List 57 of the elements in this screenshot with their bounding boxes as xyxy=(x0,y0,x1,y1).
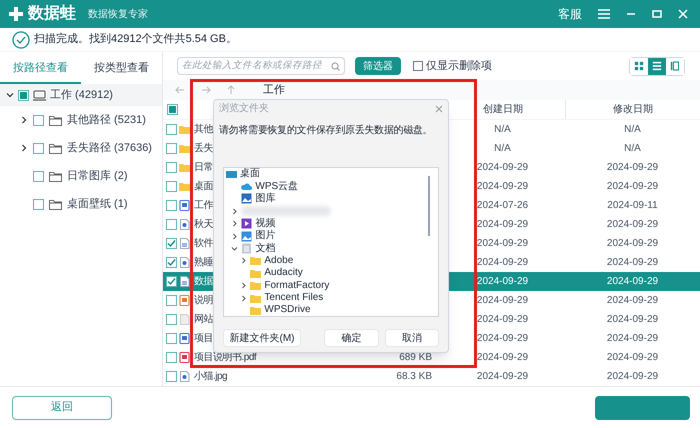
file-name: 桌面 xyxy=(194,180,213,194)
file-name: 项目 xyxy=(194,332,213,346)
table-cell-text: 2024-09-29 xyxy=(606,294,658,308)
file-name: 说明 xyxy=(194,294,213,308)
file-size: 68.3 KB xyxy=(396,370,433,384)
table-cell-text: 2024-09-29 xyxy=(606,161,658,175)
tree-label: 工作 (42912) xyxy=(50,88,113,103)
table-cell-text: N/A xyxy=(624,123,641,137)
file-size: 689 KB xyxy=(399,351,433,365)
file-name: 小猫.jpg xyxy=(194,370,228,384)
tree-label: 桌面壁纸 (1) xyxy=(67,196,128,212)
tree-label: 日常图库 (2) xyxy=(67,168,128,184)
dialog-message: 请勿将需要恢复的文件保存到原丢失数据的磁盘。 xyxy=(218,124,434,138)
table-cell-text: 2024-09-29 xyxy=(476,332,528,346)
table-cell-text: 2024-09-29 xyxy=(476,256,528,270)
table-cell-text: 2024-09-29 xyxy=(476,351,528,365)
app-name: 数据蛙 xyxy=(28,6,76,22)
table-cell-text: 2024-07-26 xyxy=(476,199,528,213)
table-cell-text: 2024-09-29 xyxy=(476,370,528,384)
table-cell-text: 2024-09-29 xyxy=(606,351,658,365)
table-cell-text: N/A xyxy=(624,142,641,156)
file-name: 日常 xyxy=(194,160,213,175)
file-name: 工作 xyxy=(194,199,213,213)
file-name: 丢失 xyxy=(194,142,213,156)
table-cell-text: 2024-09-29 xyxy=(606,370,658,384)
table-cell-text: N/A xyxy=(494,142,511,156)
table-cell-text: 2024-09-29 xyxy=(476,218,528,232)
table-cell-text: 2024-09-29 xyxy=(476,161,528,175)
status-text: 扫描完成。找到42912个文件共5.54 GB。 xyxy=(34,32,237,48)
checkbox-label: 仅显示删除项 xyxy=(426,58,492,74)
table-cell-text: 2024-09-29 xyxy=(606,256,658,270)
file-name: 网站 xyxy=(194,312,213,327)
file-name: 软件 xyxy=(194,237,213,251)
dialog-title: 浏览文件夹 xyxy=(219,102,269,116)
app-subtitle: 数据恢复专家 xyxy=(88,8,148,22)
table-cell-text: 2024-09-11 xyxy=(607,199,658,213)
table-cell-text: 2024-09-29 xyxy=(606,332,658,346)
tree-label: 丢失路径 (37636) xyxy=(67,140,152,156)
path-label: 工作 xyxy=(263,82,285,98)
table-cell-text: 2024-09-29 xyxy=(606,218,658,232)
tree-label: 其他路径 (5231) xyxy=(67,112,146,128)
file-name: 秋天 xyxy=(194,218,213,232)
table-cell-text: 2024-09-29 xyxy=(606,313,658,327)
table-cell-text: N/A xyxy=(494,123,511,137)
table-cell-text: 2024-09-29 xyxy=(476,294,528,308)
table-cell-text: 2024-09-29 xyxy=(476,313,528,327)
table-cell-text: 2024-09-29 xyxy=(476,180,528,194)
table-cell-text: 2024-09-29 xyxy=(476,237,528,251)
table-cell-text: 2024-09-29 xyxy=(606,237,658,251)
column-header: 创建日期 xyxy=(483,102,523,117)
table-cell-text: 2024-09-29 xyxy=(476,275,528,289)
table-cell-text: 2024-09-29 xyxy=(606,275,658,289)
table-cell-text: 2024-09-29 xyxy=(606,180,658,194)
file-name: 其他 xyxy=(194,122,213,137)
column-header: 修改日期 xyxy=(613,102,653,117)
file-name: 数据 xyxy=(194,275,213,289)
file-name: 熟睡 xyxy=(194,256,213,270)
